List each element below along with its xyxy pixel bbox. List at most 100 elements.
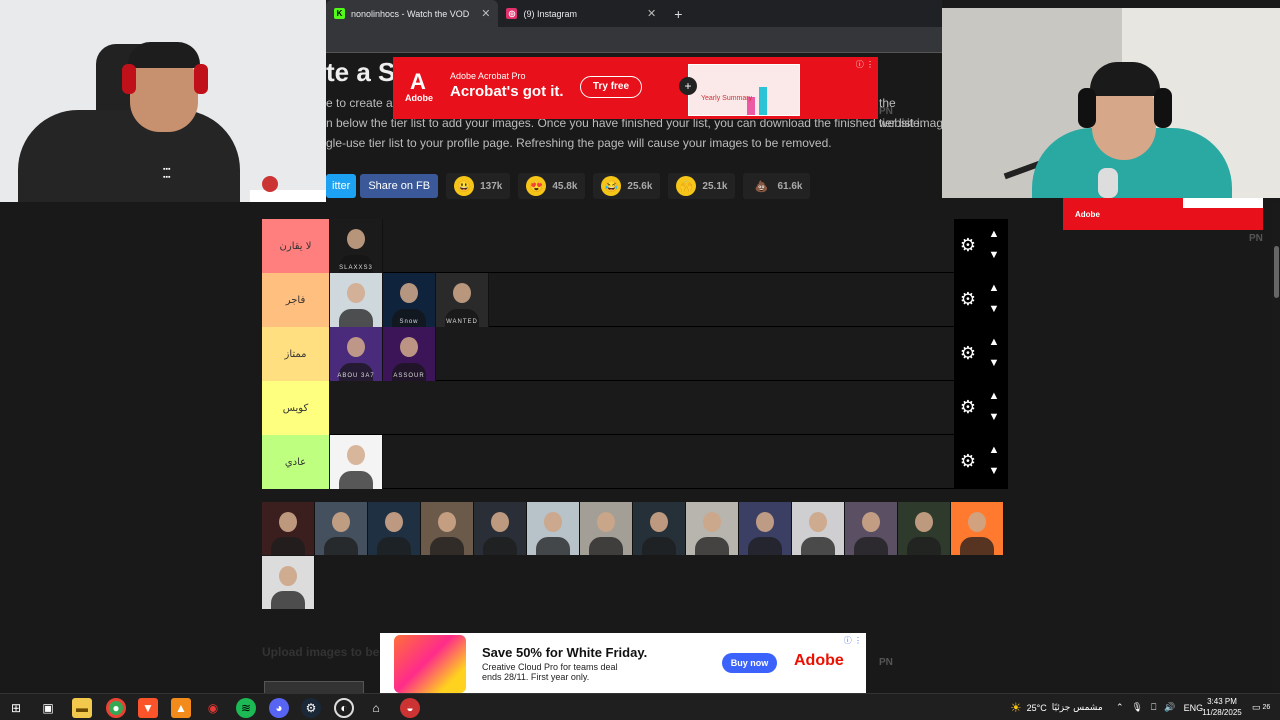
tier-image[interactable]: Snow (383, 273, 436, 327)
microphone-icon[interactable]: 🎙 (1132, 702, 1143, 713)
obs-icon[interactable]: ◐ (334, 698, 354, 718)
spotify-icon[interactable]: ≋ (236, 698, 256, 718)
pool-image[interactable] (580, 502, 633, 555)
notifications-button[interactable]: ▭ 26 (1252, 694, 1270, 720)
page-scrollbar[interactable] (1272, 202, 1280, 692)
chevron-down-icon[interactable]: ▼ (986, 464, 1002, 478)
app-icon[interactable]: ◒ (400, 698, 420, 718)
headphones-icon (1078, 88, 1096, 128)
clock-time: 3:43 PM (1207, 697, 1237, 706)
tier-controls: ⚙ ▲ ▼ (954, 381, 1008, 435)
vlc-icon[interactable]: ▲ (171, 698, 191, 718)
chevron-up-icon[interactable]: ▲ (986, 281, 1002, 295)
share-twitter-button[interactable]: itter (326, 174, 357, 198)
adobe-logo-icon: A Adobe (405, 69, 433, 104)
steam-icon[interactable]: ⚙ (301, 698, 321, 718)
pool-image[interactable] (951, 502, 1004, 555)
chevron-down-icon[interactable]: ▼ (986, 302, 1002, 316)
try-free-button[interactable]: Try free (580, 76, 642, 98)
pool-image[interactable] (633, 502, 686, 555)
tab-instagram[interactable]: ◎ (9) Instagram ✕ (498, 0, 664, 27)
pool-row (262, 502, 1008, 556)
gear-icon[interactable]: ⚙ (958, 397, 978, 417)
reaction-heart-eyes[interactable]: 😍 45.8k (518, 173, 586, 199)
tier-image[interactable]: ABOU 3A7 (330, 327, 383, 381)
chevron-up-icon[interactable]: ▲ (986, 389, 1002, 403)
capcut-icon[interactable]: ⌂ (366, 698, 386, 718)
volume-icon[interactable]: 🔊 (1164, 702, 1175, 713)
gear-icon[interactable]: ⚙ (958, 451, 978, 471)
chevron-up-icon[interactable]: ▲ (986, 335, 1002, 349)
headphones-icon (1154, 88, 1172, 128)
weather-temp: 25°C (1026, 702, 1047, 713)
pool-image[interactable] (262, 556, 315, 609)
tier-label[interactable]: ممتاز (262, 327, 329, 381)
ad-line-1: Creative Cloud Pro for teams deal (482, 662, 618, 672)
pool-image[interactable] (792, 502, 845, 555)
pool-image[interactable] (739, 502, 792, 555)
chevron-up-icon[interactable]: ⌃ (1116, 702, 1124, 713)
pool-image[interactable] (845, 502, 898, 555)
pool-image[interactable] (686, 502, 739, 555)
adobe-side-ad[interactable]: Adobe (1063, 198, 1263, 230)
ad-pn-label: PN (879, 106, 893, 117)
ad-info-icon[interactable]: ⓘ ⋮ (844, 635, 862, 646)
tier-image[interactable] (330, 435, 383, 489)
reaction-laughing[interactable]: 😂 25.6k (593, 173, 661, 199)
close-icon[interactable]: ✕ (481, 7, 490, 20)
tier-image[interactable]: SLAXXS3 (330, 219, 383, 273)
intro-line-3: gle-use tier list to your profile page. … (326, 136, 832, 150)
adobe-acrobat-ad[interactable]: A Adobe Adobe Acrobat Pro Acrobat's got i… (393, 57, 878, 119)
poop-emoji-icon: 💩 (754, 180, 769, 193)
tier-label[interactable]: كويس (262, 381, 329, 435)
tier-label[interactable]: فاجر (262, 273, 329, 327)
chrome-icon[interactable]: ● (106, 698, 126, 718)
chevron-up-icon[interactable]: ▲ (986, 227, 1002, 241)
tier-image[interactable]: WANTED (436, 273, 489, 327)
new-tab-button[interactable]: + (664, 0, 692, 27)
chevron-down-icon[interactable]: ▼ (986, 356, 1002, 370)
reaction-raised-hands[interactable]: 🙌 25.1k (668, 173, 736, 199)
pool-image[interactable] (262, 502, 315, 555)
ad-info-icon[interactable]: ⓘ ⋮ (856, 59, 874, 70)
raised-hands-emoji-icon: 🙌 (676, 176, 697, 196)
pool-image[interactable] (527, 502, 580, 555)
tier-controls: ⚙ ▲ ▼ (954, 327, 1008, 381)
file-explorer-icon[interactable]: ▬ (72, 698, 92, 718)
notification-icon: ▭ (1252, 702, 1261, 712)
gear-icon[interactable]: ⚙ (958, 343, 978, 363)
tab-kick[interactable]: K nonolinhocs - Watch the VOD ✕ (326, 0, 499, 27)
chevron-down-icon[interactable]: ▼ (986, 410, 1002, 424)
notification-count: 26 (1262, 704, 1271, 711)
gear-icon[interactable]: ⚙ (958, 289, 978, 309)
chevron-up-icon[interactable]: ▲ (986, 443, 1002, 457)
game-launcher-icon[interactable]: ◉ (203, 698, 223, 718)
windows-start-icon[interactable]: ⊞ (6, 698, 26, 718)
task-view-icon[interactable]: ▣ (38, 698, 58, 718)
tier-label[interactable]: لا يقارن (262, 219, 329, 273)
pool-row (262, 556, 1008, 610)
pool-image[interactable] (898, 502, 951, 555)
scrollbar-thumb[interactable] (1274, 246, 1279, 298)
buy-now-button[interactable]: Buy now (722, 653, 777, 673)
pool-image[interactable] (368, 502, 421, 555)
close-icon[interactable]: ✕ (647, 7, 656, 20)
tier-image[interactable]: ASSOUR (383, 327, 436, 381)
clock[interactable]: 3:43 PM 11/28/2025 (1196, 696, 1248, 718)
tier-image[interactable] (330, 273, 383, 327)
weather-widget[interactable]: ☀ 25°C مشمس جزئيًا (1010, 694, 1103, 720)
pool-image[interactable] (315, 502, 368, 555)
reaction-grinning[interactable]: 😃 137k (446, 173, 511, 199)
adobe-creative-cloud-ad[interactable]: Save 50% for White Friday. Creative Clou… (380, 633, 866, 693)
share-facebook-button[interactable]: Share on FB (360, 174, 439, 198)
gear-icon[interactable]: ⚙ (958, 235, 978, 255)
pool-image[interactable] (474, 502, 527, 555)
discord-icon[interactable]: ◕ (269, 698, 289, 718)
tier-row: فاجر Snow WANTED ⚙ ▲ ▼ (262, 273, 1008, 327)
network-icon[interactable]: ⎕ (1151, 702, 1156, 713)
tier-label[interactable]: عادي (262, 435, 329, 489)
brave-icon[interactable]: ▼ (138, 698, 158, 718)
reaction-poop[interactable]: 💩 61.6k (743, 173, 811, 199)
pool-image[interactable] (421, 502, 474, 555)
chevron-down-icon[interactable]: ▼ (986, 248, 1002, 262)
